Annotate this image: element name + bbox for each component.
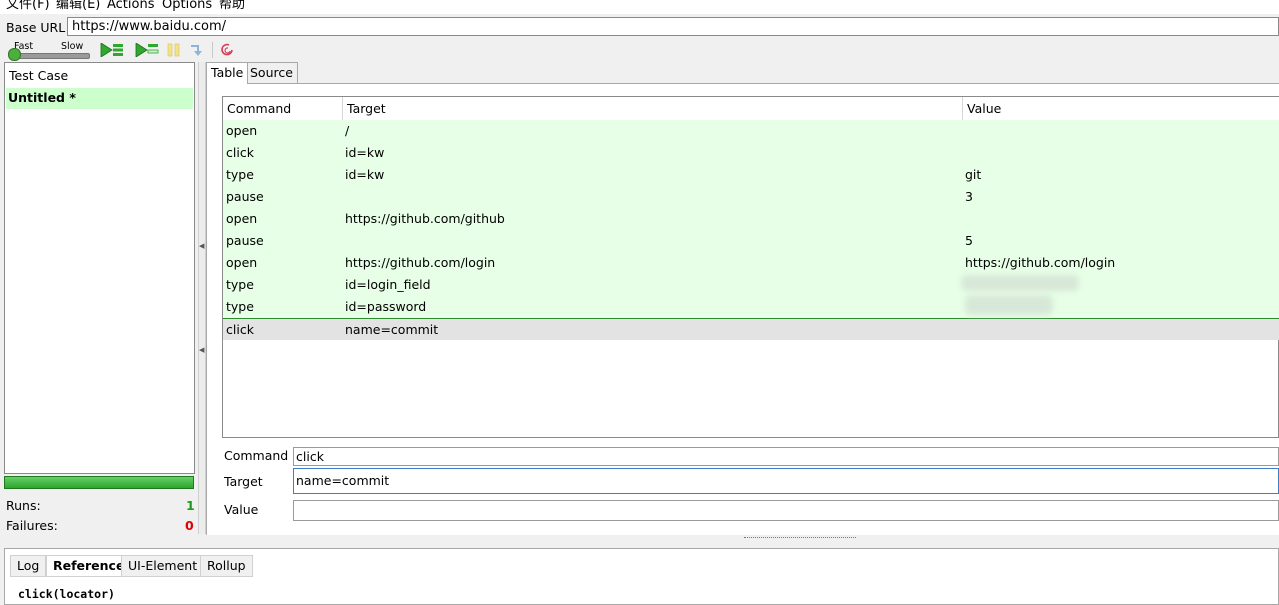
tab-log[interactable]: Log (10, 555, 47, 577)
speed-slider-handle[interactable] (8, 48, 21, 61)
table-row[interactable]: type id=kw git (223, 164, 1279, 186)
pause-icon[interactable] (167, 43, 183, 57)
test-case-panel: Test Case Untitled * (4, 62, 195, 474)
table-row[interactable]: type id=password (223, 296, 1279, 318)
column-header-value[interactable]: Value (963, 97, 1279, 120)
redacted-value (961, 275, 1079, 291)
tab-table[interactable]: Table (206, 62, 249, 84)
command-cell: type (226, 167, 254, 182)
menu-help[interactable]: 帮助 (219, 0, 245, 13)
command-cell: open (226, 255, 258, 270)
table-row[interactable]: click name=commit (223, 318, 1279, 340)
target-cell: id=password (345, 299, 427, 314)
command-cell: pause (226, 233, 264, 248)
command-cell: type (226, 299, 254, 314)
command-cell: open (226, 123, 258, 138)
tab-ui-element[interactable]: UI-Element (121, 555, 205, 577)
target-cell: id=login_field (345, 277, 431, 292)
target-cell: https://github.com/github (345, 211, 505, 226)
tab-reference[interactable]: Reference (46, 555, 132, 577)
horizontal-splitter[interactable] (0, 535, 1279, 545)
command-table: Command Target Value open / click id=kw type… (222, 96, 1279, 438)
table-row[interactable]: pause 5 (223, 230, 1279, 252)
target-label: Target (224, 474, 263, 489)
rollup-icon[interactable] (220, 43, 236, 57)
table-row[interactable]: type id=login_field (223, 274, 1279, 296)
menu-bar: 文件(F) 编辑(E) Actions Options 帮助 (0, 0, 1279, 14)
base-url-label: Base URL (6, 20, 66, 35)
failures-count: 0 (185, 518, 194, 533)
command-cell: pause (226, 189, 264, 204)
value-cell: https://github.com/login (965, 255, 1116, 270)
target-cell: id=kw (345, 145, 385, 160)
test-case-header: Test Case (9, 68, 69, 83)
target-cell: name=commit (345, 322, 439, 337)
speed-slow-label: Slow (61, 41, 84, 52)
play-suite-icon[interactable] (100, 42, 123, 58)
test-case-name: Untitled * (8, 90, 76, 105)
command-cell: click (226, 145, 254, 160)
target-cell: id=kw (345, 167, 385, 182)
collapse-left-icon[interactable]: ◀ (199, 242, 204, 250)
runs-label: Runs: (6, 498, 41, 513)
collapse-left-icon-2[interactable]: ◀ (199, 346, 204, 354)
target-cell: https://github.com/login (345, 255, 496, 270)
progress-bar (4, 476, 194, 489)
command-input[interactable]: click (293, 447, 1279, 466)
command-cell: click (226, 322, 254, 337)
redacted-value (965, 295, 1053, 315)
table-row[interactable]: open https://github.com/github (223, 208, 1279, 230)
runs-count: 1 (186, 498, 195, 513)
test-case-item[interactable]: Untitled * (6, 88, 193, 109)
table-header: Command Target Value (223, 97, 1279, 121)
target-input[interactable]: name=commit (293, 468, 1279, 494)
speed-slider[interactable] (10, 53, 90, 59)
value-cell: 5 (965, 233, 973, 248)
column-header-command[interactable]: Command (223, 97, 343, 120)
splitter-grip[interactable] (744, 537, 856, 541)
menu-file[interactable]: 文件(F) (6, 0, 50, 13)
value-input[interactable] (293, 500, 1279, 521)
menu-edit[interactable]: 编辑(E) (56, 0, 100, 13)
failures-label: Failures: (6, 518, 58, 533)
value-label: Value (224, 502, 259, 517)
command-label: Command (224, 448, 289, 463)
base-url-input[interactable]: https://www.baidu.com/ (67, 17, 1279, 36)
step-icon[interactable] (189, 43, 205, 57)
menu-options[interactable]: Options (162, 0, 212, 13)
menu-actions[interactable]: Actions (107, 0, 155, 13)
column-header-target[interactable]: Target (343, 97, 963, 120)
table-row[interactable]: open / (223, 120, 1279, 142)
target-cell: / (345, 123, 350, 138)
tab-rollup[interactable]: Rollup (200, 555, 253, 577)
table-row[interactable]: pause 3 (223, 186, 1279, 208)
tab-source[interactable]: Source (245, 62, 298, 83)
vertical-splitter[interactable]: ◀ ◀ (198, 62, 206, 534)
value-cell: git (965, 167, 982, 182)
command-cell: type (226, 277, 254, 292)
command-cell: open (226, 211, 258, 226)
play-test-case-icon[interactable] (135, 42, 159, 58)
table-row[interactable]: open https://github.com/login https://gith… (223, 252, 1279, 274)
table-row[interactable]: click id=kw (223, 142, 1279, 164)
reference-text: click(locator) (18, 587, 115, 601)
value-cell: 3 (965, 189, 973, 204)
